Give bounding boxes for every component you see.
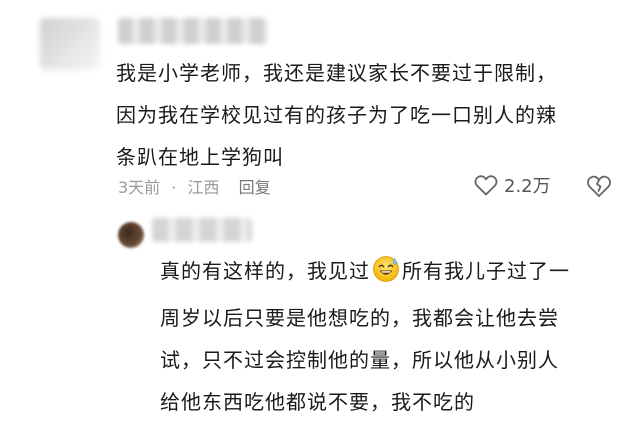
comment-line: 因为我在学校见过有的孩子为了吃一口别人的辣: [116, 103, 557, 127]
reply-body: 真的有这样的，我见过 所有我儿子过了一 周岁以后只要是他想吃的，我都会让他去尝 …: [160, 250, 570, 423]
reply-line-end: 所有我儿子过了一: [402, 259, 570, 283]
reply-line: 给他东西吃他都说不要，我不吃的: [160, 390, 475, 414]
sweat-smile-emoji-icon: [372, 255, 400, 297]
like-button[interactable]: 2.2万: [474, 172, 551, 198]
meta-separator: ·: [171, 178, 177, 197]
reply-avatar[interactable]: [118, 222, 144, 248]
comment-body: 我是小学老师，我还是建议家长不要过于限制， 因为我在学校见过有的孩子为了吃一口别…: [116, 52, 557, 178]
reply-line-start: 真的有这样的，我见过: [160, 259, 370, 283]
comment-location: 江西: [187, 178, 220, 197]
comment-line: 我是小学老师，我还是建议家长不要过于限制，: [116, 61, 557, 85]
like-count: 2.2万: [504, 176, 551, 197]
reply-line: 试，只不过会控制他的量，所以他从小别人: [160, 348, 559, 372]
reply-line: 周岁以后只要是他想吃的，我都会让他去尝: [160, 306, 559, 330]
reply-name-blurred[interactable]: [152, 218, 252, 242]
commenter-name-blurred[interactable]: [118, 18, 268, 44]
reply-button[interactable]: 回复: [239, 178, 271, 197]
comment-time: 3天前: [118, 178, 161, 197]
comment-meta: 3天前 · 江西 回复: [118, 174, 271, 198]
broken-heart-icon: [587, 175, 611, 197]
commenter-avatar[interactable]: [40, 18, 100, 70]
heart-outline-icon: [474, 175, 498, 196]
dislike-button[interactable]: [586, 174, 612, 202]
reply-line: 真的有这样的，我见过 所有我儿子过了一: [160, 250, 570, 297]
